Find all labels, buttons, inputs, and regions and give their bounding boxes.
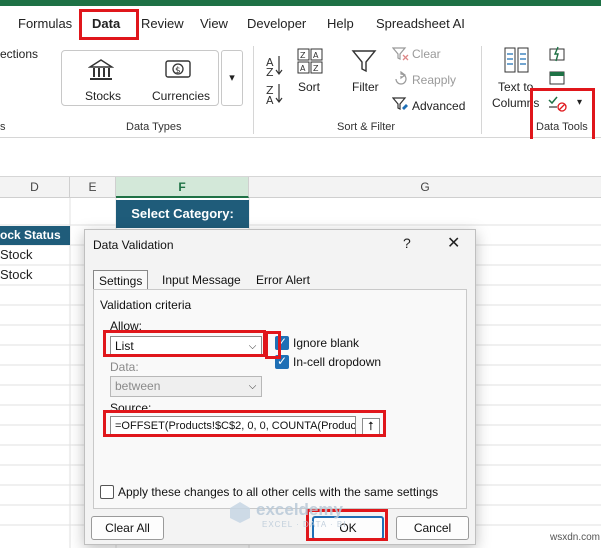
chevron-down-icon: ▾ [229, 72, 235, 84]
settings-panel: Validation criteria Allow: List ⌵ Ignore… [93, 289, 467, 509]
chevron-down-icon: ⌵ [248, 381, 257, 392]
site-watermark: wsxdn.com [550, 532, 601, 543]
tab-input-message[interactable]: Input Message [157, 270, 246, 290]
reapply-icon [395, 71, 407, 85]
apply-all-checkbox[interactable] [100, 485, 114, 499]
highlight-allow [103, 330, 266, 357]
text-to-columns-icon[interactable] [503, 46, 531, 76]
highlight-data-tools [530, 88, 595, 144]
select-category-header[interactable]: Select Category: [116, 200, 249, 228]
sort-az-icons[interactable]: A Z Z A [265, 50, 285, 106]
tab-help[interactable]: Help [327, 16, 354, 31]
highlight-source [103, 410, 386, 437]
remove-duplicates-icon[interactable] [549, 70, 567, 86]
tab-error-alert[interactable]: Error Alert [251, 270, 315, 290]
tab-formulas[interactable]: Formulas [18, 16, 72, 31]
svg-text:A: A [300, 64, 306, 73]
sort-filter-group-label: Sort & Filter [337, 121, 396, 133]
help-button[interactable]: ? [403, 235, 411, 251]
column-header-e[interactable]: E [70, 177, 116, 198]
data-value: between [115, 379, 161, 393]
clear-filter-icon [392, 47, 409, 61]
ribbon-clipped-label: ections [0, 47, 39, 61]
apply-all-label[interactable]: Apply these changes to all other cells w… [118, 485, 438, 499]
ribbon-separator [481, 46, 482, 134]
stocks-icon[interactable] [88, 57, 114, 83]
dialog-title: Data Validation [93, 238, 174, 252]
data-types-group-label: Data Types [126, 121, 182, 133]
flash-fill-icon[interactable] [549, 46, 567, 62]
text-to-columns-label-1[interactable]: Text to [498, 80, 533, 94]
data-validation-dialog: Data Validation ? ✕ Settings Input Messa… [84, 229, 476, 545]
cell-stock-2[interactable]: Stock [0, 267, 33, 282]
ribbon-separator [253, 46, 254, 134]
advanced-filter-icon[interactable] [392, 96, 410, 112]
tab-view[interactable]: View [200, 16, 228, 31]
exceldemy-logo-icon [230, 502, 250, 523]
reapply-label: Reapply [412, 73, 457, 87]
filter-icon[interactable] [350, 47, 378, 75]
ignore-blank-label[interactable]: Ignore blank [293, 336, 359, 350]
svg-text:A: A [266, 94, 274, 106]
data-select: between ⌵ [110, 376, 262, 397]
currencies-icon[interactable]: $ [164, 57, 194, 83]
formula-bar-area [0, 139, 601, 177]
svg-text:$: $ [175, 66, 181, 76]
highlight-data-tab [79, 9, 139, 40]
column-header-g[interactable]: G [249, 177, 601, 198]
currencies-label[interactable]: Currencies [152, 89, 210, 103]
watermark-tagline: EXCEL · DATA · BI [262, 520, 347, 529]
stock-status-header[interactable]: ock Status [0, 226, 70, 245]
svg-text:A: A [313, 51, 319, 60]
cell-stock-1[interactable]: Stock [0, 247, 33, 262]
tab-settings[interactable]: Settings [93, 270, 149, 290]
column-header-f[interactable]: F [116, 177, 249, 198]
watermark-name: exceldemy [256, 500, 343, 519]
sort-icon[interactable]: Z A A Z [296, 47, 324, 75]
cancel-button[interactable]: Cancel [396, 516, 469, 540]
svg-text:Z: Z [300, 51, 306, 60]
gallery-expand-button[interactable]: ▾ [221, 50, 243, 106]
column-header-d[interactable]: D [0, 177, 70, 198]
data-label: Data: [110, 360, 139, 374]
filter-label[interactable]: Filter [352, 80, 379, 94]
in-cell-dropdown-label[interactable]: In-cell dropdown [293, 355, 381, 369]
clear-label: Clear [412, 47, 441, 61]
clear-all-button[interactable]: Clear All [91, 516, 164, 540]
ribbon-clipped-group: s [0, 121, 6, 133]
tab-spreadsheet-ai[interactable]: Spreadsheet AI [376, 16, 465, 31]
stocks-label[interactable]: Stocks [85, 89, 121, 103]
validation-criteria-title: Validation criteria [100, 298, 192, 312]
svg-text:Z: Z [313, 64, 319, 73]
tab-review[interactable]: Review [141, 16, 184, 31]
advanced-label[interactable]: Advanced [412, 99, 465, 113]
highlight-checkboxes [265, 331, 281, 359]
svg-text:Z: Z [266, 66, 274, 79]
close-icon[interactable]: ✕ [447, 233, 460, 253]
sort-label[interactable]: Sort [298, 80, 320, 94]
tab-developer[interactable]: Developer [247, 16, 306, 31]
